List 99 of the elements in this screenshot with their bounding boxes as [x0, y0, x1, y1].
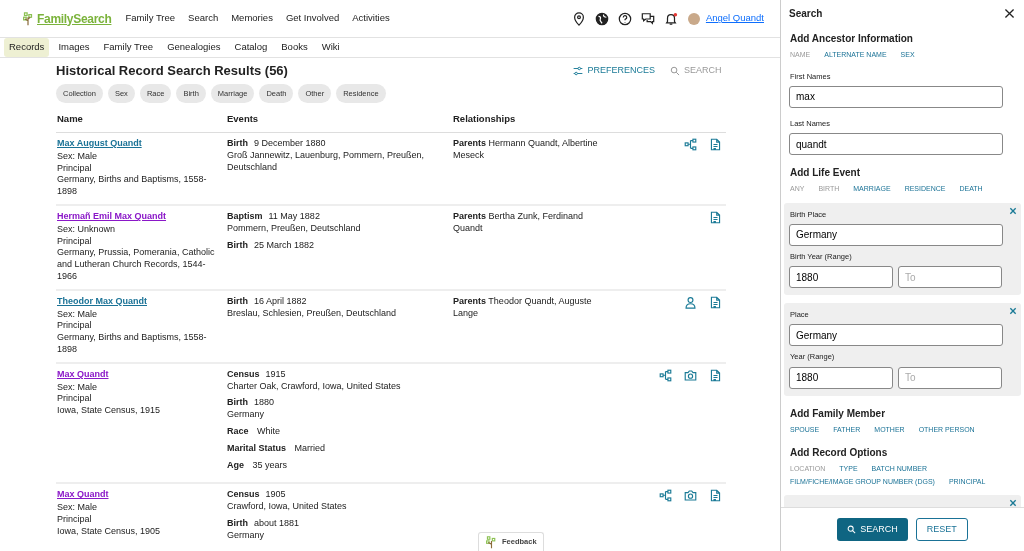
- nav-link[interactable]: Get Involved: [285, 11, 340, 26]
- year-to-field[interactable]: To: [898, 366, 1002, 389]
- record-detail: Iowa, State Census, 1915: [57, 405, 162, 418]
- record-detail: Sex: Male: [57, 381, 99, 394]
- document-icon[interactable]: [709, 368, 722, 382]
- record-name-link[interactable]: Theodor Max Quandt: [57, 295, 147, 308]
- tree-logo-icon: [485, 535, 498, 549]
- text-field[interactable]: max: [789, 85, 1003, 108]
- remove-icon[interactable]: [1009, 499, 1017, 507]
- document-icon[interactable]: [709, 489, 722, 503]
- event-fact: Age 35 years: [227, 459, 289, 472]
- location-pin-icon[interactable]: [571, 11, 586, 26]
- nav-link[interactable]: Family Tree: [125, 11, 176, 26]
- record-detail: Germany, Births and Baptisms, 1558-1898: [57, 332, 208, 356]
- sub-nav-tab[interactable]: Family Tree: [98, 38, 159, 57]
- year-from-field[interactable]: 1880: [789, 366, 893, 389]
- sub-nav-tab[interactable]: Wiki: [316, 38, 345, 57]
- event-place: Germany: [227, 409, 265, 422]
- section-heading: Add Life Event: [790, 166, 861, 180]
- event-place: Crawford, Iowa, United States: [227, 501, 348, 513]
- event-place: Breslau, Schlesien, Preußen, Deutschland: [227, 307, 398, 320]
- column-header: Events: [226, 107, 452, 134]
- record-name-link[interactable]: Hermañ Emil Max Quandt: [57, 211, 167, 223]
- search-icon[interactable]: [847, 525, 857, 534]
- notification-bell-icon[interactable]: [663, 11, 678, 26]
- help-icon[interactable]: [617, 11, 632, 26]
- relationship-text: Parents Bertha Zunk, Ferdinand Quandt: [453, 211, 585, 235]
- remove-icon[interactable]: [1009, 307, 1017, 315]
- section-heading: Add Ancestor Information: [790, 32, 914, 46]
- globe-icon[interactable]: [594, 11, 609, 26]
- record-detail: Sex: Male: [57, 308, 99, 321]
- record-detail: Sex: Unknown: [57, 223, 117, 236]
- relationship-text: Parents Theodor Quandt, Auguste Lange: [453, 295, 593, 320]
- sliders-icon[interactable]: [573, 65, 584, 76]
- record-detail: Principal: [57, 320, 93, 333]
- sub-nav-tab[interactable]: Images: [53, 38, 95, 57]
- event-place: Pommern, Preußen, Deutschland: [227, 222, 362, 235]
- event-date: Baptism 11 May 1882: [227, 211, 321, 223]
- record-detail: Principal: [57, 514, 93, 526]
- sub-nav-tab[interactable]: Records: [4, 38, 50, 57]
- record-detail: Germany, Births and Baptisms, 1558-1898: [57, 174, 208, 199]
- event-date: Birth 25 March 1882: [227, 239, 316, 252]
- section-heading: Add Family Member: [790, 406, 887, 421]
- document-icon[interactable]: [709, 211, 722, 225]
- nav-link[interactable]: Search: [188, 11, 219, 26]
- record-name-link[interactable]: Max Quandt: [57, 489, 109, 502]
- event-place: Germany: [227, 529, 265, 542]
- event-date: Census 1915: [227, 368, 287, 381]
- document-icon[interactable]: [709, 138, 722, 152]
- chat-icon[interactable]: [640, 11, 655, 26]
- year-to-field[interactable]: To: [898, 266, 1002, 288]
- year-from-field[interactable]: 1880: [789, 266, 893, 288]
- place-field[interactable]: Germany: [789, 223, 1003, 246]
- event-place: Groß Jannewitz, Lauenburg, Pommern, Preußen, Deutschland: [227, 149, 426, 174]
- user-name[interactable]: Angel Quandt: [705, 11, 764, 26]
- record-detail: Sex: Male: [57, 502, 99, 514]
- event-fact: Marital Status Married: [227, 442, 327, 455]
- tree-icon[interactable]: [659, 368, 672, 382]
- event-fact: Race White: [227, 426, 282, 438]
- close-icon[interactable]: [1003, 7, 1016, 20]
- relationship-text: Parents Hermann Quandt, Albertine Meseck: [453, 138, 599, 162]
- search-button[interactable]: SEARCH: [837, 517, 908, 542]
- event-date: Birth 1880: [227, 397, 276, 410]
- place-field[interactable]: Germany: [789, 324, 1003, 347]
- document-icon[interactable]: [709, 295, 722, 309]
- column-header: Relationships: [452, 107, 652, 134]
- tree-icon[interactable]: [684, 138, 697, 152]
- reset-button[interactable]: RESET: [915, 517, 968, 542]
- record-detail: Principal: [57, 235, 93, 248]
- sub-nav-tab[interactable]: Genealogies: [162, 38, 226, 57]
- event-date: Birth 9 December 1880: [227, 138, 327, 150]
- camera-icon[interactable]: [684, 489, 697, 503]
- tree-icon[interactable]: [659, 489, 672, 503]
- record-detail: Iowa, State Census, 1905: [57, 525, 162, 538]
- search-icon[interactable]: [670, 65, 680, 76]
- camera-icon[interactable]: [684, 368, 697, 382]
- record-name-link[interactable]: Max Quandt: [57, 368, 109, 381]
- record-detail: Principal: [57, 162, 93, 175]
- event-date: Birth 16 April 1882: [227, 295, 308, 308]
- panel-title: Search: [789, 7, 823, 21]
- preferences-link[interactable]: PREFERENCES: [573, 64, 655, 78]
- text-field[interactable]: quandt: [789, 133, 1003, 155]
- section-heading: Add Record Options: [790, 446, 889, 460]
- event-place: Charter Oak, Crawford, Iowa, United States: [227, 380, 402, 393]
- record-name-link[interactable]: Max August Quandt: [57, 138, 142, 150]
- tree-logo-icon[interactable]: [21, 11, 35, 26]
- nav-link[interactable]: Memories: [231, 11, 273, 26]
- event-date: Birth about 1881: [227, 518, 301, 530]
- sub-nav-tab[interactable]: Books: [276, 38, 313, 57]
- record-detail: Principal: [57, 393, 93, 406]
- record-detail: Sex: Male: [57, 150, 99, 163]
- person-icon[interactable]: [684, 295, 697, 309]
- column-header: Name: [56, 107, 226, 134]
- sub-nav-tab[interactable]: Catalog: [229, 38, 273, 57]
- remove-icon[interactable]: [1009, 206, 1017, 215]
- record-detail: Germany, Prussia, Pomerania, Catholic and Lutheran Church Records, 1544-1966: [57, 247, 216, 283]
- nav-link[interactable]: Activities: [352, 11, 390, 26]
- page-title: Historical Record Search Results (56): [56, 63, 288, 79]
- event-date: Census 1905: [227, 489, 287, 502]
